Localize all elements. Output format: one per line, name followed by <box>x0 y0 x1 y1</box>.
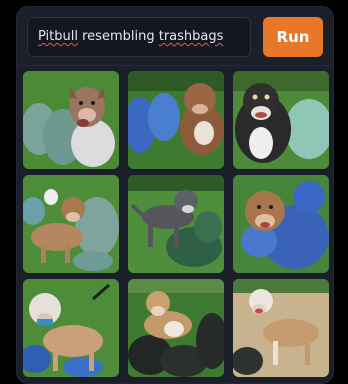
generator-panel: Pitbull resembling trashbags Run <box>16 6 334 384</box>
image-grid <box>23 71 329 379</box>
generated-image-3[interactable] <box>233 71 329 169</box>
run-button[interactable]: Run <box>263 17 323 57</box>
generated-image-4[interactable] <box>23 175 119 273</box>
generated-image-7[interactable] <box>23 279 119 377</box>
generated-image-8[interactable] <box>128 279 224 377</box>
generated-image-6[interactable] <box>233 175 329 273</box>
image-1-art <box>23 71 119 169</box>
generated-image-2[interactable] <box>128 71 224 169</box>
image-6-art <box>233 175 329 273</box>
image-9-art <box>233 279 329 377</box>
image-7-art <box>23 279 119 377</box>
prompt-word-resembling: resembling <box>77 29 159 44</box>
prompt-input[interactable]: Pitbull resembling trashbags <box>27 17 251 57</box>
generated-image-9[interactable] <box>233 279 329 377</box>
image-8-art <box>128 279 224 377</box>
generated-image-1[interactable] <box>23 71 119 169</box>
image-5-art <box>128 175 224 273</box>
divider <box>17 65 333 66</box>
prompt-word-pitbull: Pitbull <box>38 29 78 44</box>
image-4-art <box>23 175 119 273</box>
image-2-art <box>128 71 224 169</box>
image-3-art <box>233 71 329 169</box>
prompt-word-trashbags: trashbags <box>158 29 224 44</box>
generated-image-5[interactable] <box>128 175 224 273</box>
